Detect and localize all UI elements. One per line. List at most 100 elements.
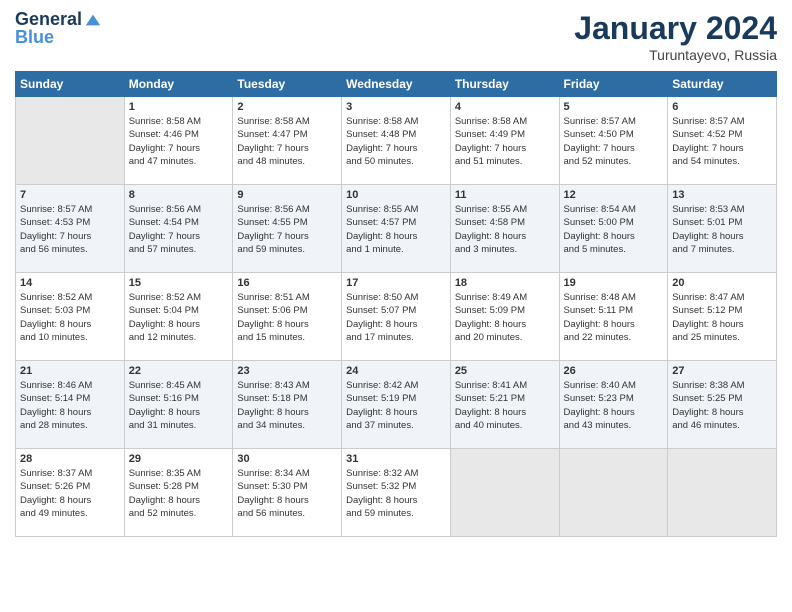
day-number: 9 [237,189,337,201]
calendar-cell: 11 Sunrise: 8:55 AMSunset: 4:58 PMDayligh… [450,185,559,273]
title-block: January 2024 Turuntayevo, Russia [574,10,777,63]
calendar-cell: 17 Sunrise: 8:50 AMSunset: 5:07 PMDayligh… [342,273,451,361]
day-number: 15 [129,277,229,289]
logo-text-blue: Blue [15,28,54,48]
day-info: Sunrise: 8:55 AMSunset: 4:58 PMDaylight:… [455,203,555,256]
day-number: 17 [346,277,446,289]
calendar-cell: 25 Sunrise: 8:41 AMSunset: 5:21 PMDayligh… [450,361,559,449]
day-number: 28 [20,453,120,465]
calendar-cell: 15 Sunrise: 8:52 AMSunset: 5:04 PMDayligh… [124,273,233,361]
calendar-week-2: 7 Sunrise: 8:57 AMSunset: 4:53 PMDaylight… [16,185,777,273]
day-info: Sunrise: 8:34 AMSunset: 5:30 PMDaylight:… [237,467,337,520]
day-info: Sunrise: 8:55 AMSunset: 4:57 PMDaylight:… [346,203,446,256]
calendar-cell: 3 Sunrise: 8:58 AMSunset: 4:48 PMDaylight… [342,97,451,185]
day-info: Sunrise: 8:58 AMSunset: 4:48 PMDaylight:… [346,115,446,168]
calendar-cell: 4Sunrise: 8:58 AMSunset: 4:49 PMDaylight… [450,97,559,185]
day-info: Sunrise: 8:46 AMSunset: 5:14 PMDaylight:… [20,379,120,432]
logo: General Blue [15,10,102,48]
calendar-cell: 21 Sunrise: 8:46 AMSunset: 5:14 PMDayligh… [16,361,125,449]
calendar-week-3: 14 Sunrise: 8:52 AMSunset: 5:03 PMDayligh… [16,273,777,361]
day-number: 31 [346,453,446,465]
day-number: 12 [564,189,664,201]
day-info: Sunrise: 8:32 AMSunset: 5:32 PMDaylight:… [346,467,446,520]
day-info: Sunrise: 8:40 AMSunset: 5:23 PMDaylight:… [564,379,664,432]
day-number: 25 [455,365,555,377]
calendar-cell: 20Sunrise: 8:47 AMSunset: 5:12 PMDayligh… [668,273,777,361]
calendar-cell: 31 Sunrise: 8:32 AMSunset: 5:32 PMDayligh… [342,449,451,537]
day-info: Sunrise: 8:48 AMSunset: 5:11 PMDaylight:… [564,291,664,344]
calendar-cell [450,449,559,537]
day-info: Sunrise: 8:38 AMSunset: 5:25 PMDaylight:… [672,379,772,432]
day-number: 29 [129,453,229,465]
calendar-cell [16,97,125,185]
col-thursday: Thursday [450,72,559,97]
calendar-week-1: 1 Sunrise: 8:58 AMSunset: 4:46 PMDaylight… [16,97,777,185]
day-info: Sunrise: 8:42 AMSunset: 5:19 PMDaylight:… [346,379,446,432]
day-info: Sunrise: 8:45 AMSunset: 5:16 PMDaylight:… [129,379,229,432]
day-number: 14 [20,277,120,289]
calendar-cell [668,449,777,537]
day-number: 11 [455,189,555,201]
col-friday: Friday [559,72,668,97]
calendar-week-5: 28 Sunrise: 8:37 AMSunset: 5:26 PMDayligh… [16,449,777,537]
day-info: Sunrise: 8:57 AMSunset: 4:52 PMDaylight:… [672,115,772,168]
calendar-cell: 9Sunrise: 8:56 AMSunset: 4:55 PMDaylight… [233,185,342,273]
col-saturday: Saturday [668,72,777,97]
day-info: Sunrise: 8:52 AMSunset: 5:04 PMDaylight:… [129,291,229,344]
calendar-week-4: 21 Sunrise: 8:46 AMSunset: 5:14 PMDayligh… [16,361,777,449]
day-info: Sunrise: 8:58 AMSunset: 4:46 PMDaylight:… [129,115,229,168]
col-sunday: Sunday [16,72,125,97]
calendar-cell: 7 Sunrise: 8:57 AMSunset: 4:53 PMDaylight… [16,185,125,273]
day-info: Sunrise: 8:37 AMSunset: 5:26 PMDaylight:… [20,467,120,520]
calendar-cell: 29 Sunrise: 8:35 AMSunset: 5:28 PMDayligh… [124,449,233,537]
day-info: Sunrise: 8:57 AMSunset: 4:53 PMDaylight:… [20,203,120,256]
day-number: 13 [672,189,772,201]
day-info: Sunrise: 8:35 AMSunset: 5:28 PMDaylight:… [129,467,229,520]
day-info: Sunrise: 8:53 AMSunset: 5:01 PMDaylight:… [672,203,772,256]
day-info: Sunrise: 8:58 AMSunset: 4:47 PMDaylight:… [237,115,337,168]
col-monday: Monday [124,72,233,97]
page-container: General Blue January 2024 Turuntayevo, R… [0,0,792,547]
calendar-cell: 1 Sunrise: 8:58 AMSunset: 4:46 PMDaylight… [124,97,233,185]
day-number: 19 [564,277,664,289]
col-tuesday: Tuesday [233,72,342,97]
calendar-cell: 5Sunrise: 8:57 AMSunset: 4:50 PMDaylight… [559,97,668,185]
day-number: 18 [455,277,555,289]
day-number: 10 [346,189,446,201]
month-title: January 2024 [574,10,777,47]
calendar-cell: 16Sunrise: 8:51 AMSunset: 5:06 PMDayligh… [233,273,342,361]
calendar-cell: 2 Sunrise: 8:58 AMSunset: 4:47 PMDaylight… [233,97,342,185]
day-info: Sunrise: 8:52 AMSunset: 5:03 PMDaylight:… [20,291,120,344]
day-info: Sunrise: 8:58 AMSunset: 4:49 PMDaylight:… [455,115,555,168]
day-number: 7 [20,189,120,201]
day-info: Sunrise: 8:43 AMSunset: 5:18 PMDaylight:… [237,379,337,432]
day-number: 8 [129,189,229,201]
header: General Blue January 2024 Turuntayevo, R… [15,10,777,63]
calendar-cell: 23 Sunrise: 8:43 AMSunset: 5:18 PMDayligh… [233,361,342,449]
day-number: 23 [237,365,337,377]
calendar-cell: 28 Sunrise: 8:37 AMSunset: 5:26 PMDayligh… [16,449,125,537]
day-number: 20 [672,277,772,289]
day-number: 26 [564,365,664,377]
day-number: 1 [129,101,229,113]
calendar-cell: 19 Sunrise: 8:48 AMSunset: 5:11 PMDayligh… [559,273,668,361]
day-number: 6 [672,101,772,113]
day-info: Sunrise: 8:57 AMSunset: 4:50 PMDaylight:… [564,115,664,168]
calendar-cell: 12Sunrise: 8:54 AMSunset: 5:00 PMDayligh… [559,185,668,273]
calendar-cell: 8 Sunrise: 8:56 AMSunset: 4:54 PMDaylight… [124,185,233,273]
day-number: 16 [237,277,337,289]
day-number: 24 [346,365,446,377]
col-wednesday: Wednesday [342,72,451,97]
calendar-cell: 6 Sunrise: 8:57 AMSunset: 4:52 PMDaylight… [668,97,777,185]
calendar-cell: 22Sunrise: 8:45 AMSunset: 5:16 PMDayligh… [124,361,233,449]
day-number: 3 [346,101,446,113]
day-number: 27 [672,365,772,377]
day-info: Sunrise: 8:49 AMSunset: 5:09 PMDaylight:… [455,291,555,344]
day-info: Sunrise: 8:50 AMSunset: 5:07 PMDaylight:… [346,291,446,344]
day-number: 21 [20,365,120,377]
calendar-cell: 27 Sunrise: 8:38 AMSunset: 5:25 PMDayligh… [668,361,777,449]
day-info: Sunrise: 8:41 AMSunset: 5:21 PMDaylight:… [455,379,555,432]
logo-icon [84,11,102,29]
day-info: Sunrise: 8:56 AMSunset: 4:54 PMDaylight:… [129,203,229,256]
day-number: 2 [237,101,337,113]
